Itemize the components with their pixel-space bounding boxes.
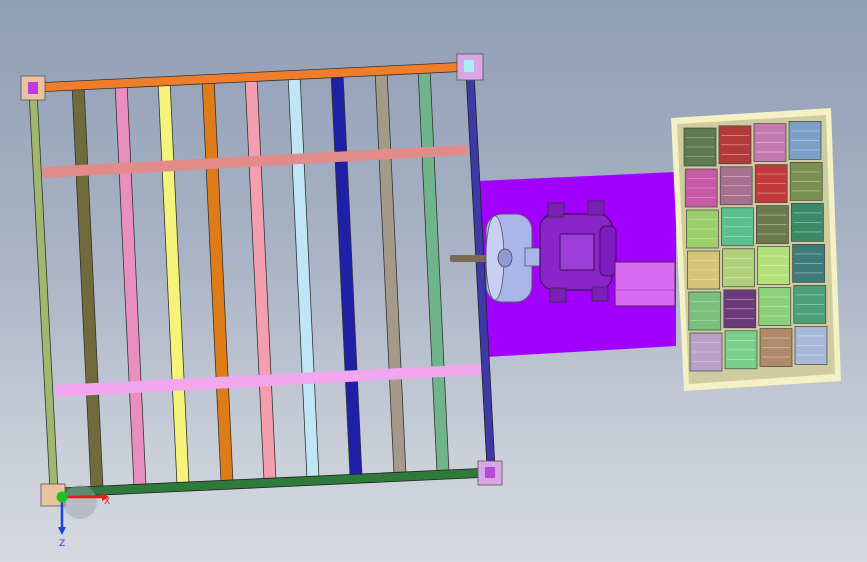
gearbox[interactable]: [614, 261, 676, 307]
frame-slat[interactable]: [71, 84, 104, 489]
frame-slat[interactable]: [201, 78, 234, 483]
z-axis-arrowhead: [58, 527, 66, 535]
frame-slat[interactable]: [114, 82, 147, 487]
frame-slat[interactable]: [287, 74, 320, 479]
corner-plate-top-right[interactable]: [456, 53, 484, 81]
frame-slats[interactable]: [71, 68, 450, 489]
corner-plate-bottom-right[interactable]: [477, 460, 503, 486]
coordinate-triad: X Z: [56, 485, 110, 549]
assembly-scene[interactable]: X Z: [0, 0, 867, 562]
left-rail[interactable]: [28, 91, 59, 491]
solar-panel[interactable]: [671, 108, 841, 391]
corner-plate-top-left[interactable]: [20, 75, 46, 101]
drive-shaft[interactable]: [450, 255, 490, 262]
frame-slat[interactable]: [374, 70, 407, 475]
frame-slat[interactable]: [417, 68, 450, 473]
z-axis-label: Z: [59, 539, 65, 549]
frame-slat[interactable]: [330, 72, 363, 477]
electric-motor[interactable]: [539, 200, 617, 303]
x-axis-label: X: [104, 497, 110, 507]
frame-slat[interactable]: [157, 80, 190, 485]
cad-viewport[interactable]: X Z: [0, 0, 867, 562]
y-axis-dot: [56, 491, 68, 503]
frame-slat[interactable]: [244, 76, 277, 481]
